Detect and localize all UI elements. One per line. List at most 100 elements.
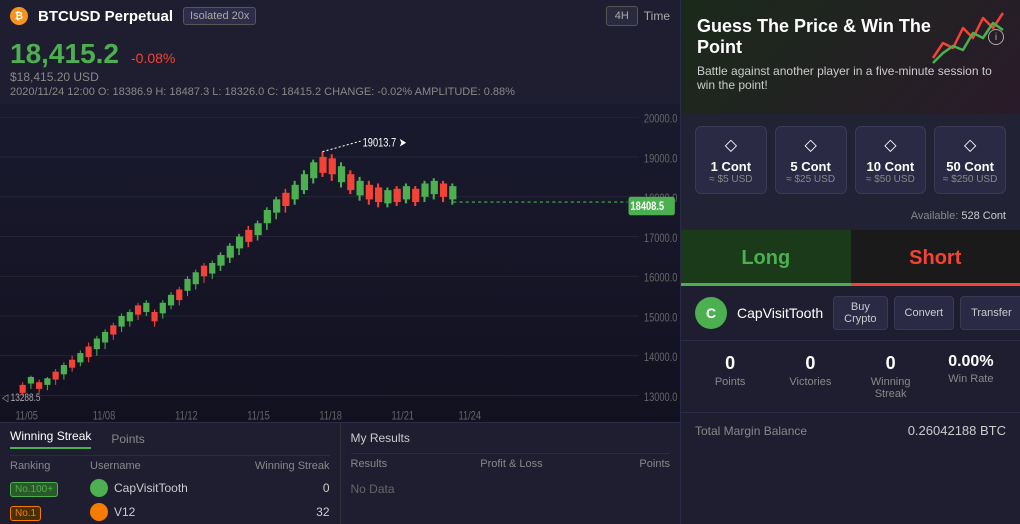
margin-row: Total Margin Balance 0.26042188 BTC [681, 413, 1020, 448]
svg-text:14000.0: 14000.0 [644, 351, 678, 364]
col-streak-header: Winning Streak [240, 460, 330, 472]
stat-points-value: 0 [695, 353, 765, 374]
long-short-row: Long Short [681, 230, 1020, 286]
table-row: No.1 V12 32 [10, 500, 330, 524]
table-header: Ranking Username Winning Streak [10, 456, 330, 476]
action-buttons: Buy Crypto Convert Transfer [833, 296, 1020, 330]
col-pl-header: Profit & Loss [480, 458, 610, 470]
short-button[interactable]: Short [851, 230, 1020, 286]
price-usd: $18,415.20 USD [10, 70, 670, 84]
available-label: Available: [911, 210, 959, 222]
btc-icon: ₿ [10, 7, 28, 25]
svg-text:11/08: 11/08 [93, 409, 116, 422]
stat-win-rate: 0.00% Win Rate [936, 353, 1006, 400]
bet-amount-1: 1 Cont [702, 159, 760, 174]
timeframe-button[interactable]: 4H [606, 6, 638, 26]
stat-victories: 0 Victories [775, 353, 845, 400]
svg-text:17000.0: 17000.0 [644, 232, 678, 245]
svg-text:15000.0: 15000.0 [644, 311, 678, 324]
username-2: V12 [114, 505, 135, 519]
svg-text:11/05: 11/05 [15, 409, 38, 422]
bet-card-3[interactable]: ◇ 10 Cont ≈ $50 USD [855, 126, 927, 194]
rank-badge-1: No.100+ [10, 482, 58, 497]
streak-val-1: 0 [323, 481, 330, 495]
bet-usd-2: ≈ $25 USD [782, 174, 840, 185]
col-username-header: Username [90, 460, 240, 472]
col-results-header: Results [351, 458, 481, 470]
svg-text:13000.0: 13000.0 [644, 391, 678, 404]
bet-card-1[interactable]: ◇ 1 Cont ≈ $5 USD [695, 126, 767, 194]
bet-card-4[interactable]: ◇ 50 Cont ≈ $250 USD [934, 126, 1006, 194]
margin-value: 0.26042188 BTC [908, 423, 1006, 438]
price-value: 18,415.2 [10, 38, 119, 70]
tabs-header: Winning Streak Points [10, 423, 330, 456]
stat-points-label: Points [695, 376, 765, 388]
user-info-row: C CapVisitTooth Buy Crypto Convert Trans… [681, 286, 1020, 341]
bet-amount-2: 5 Cont [782, 159, 840, 174]
left-panel: ₿ BTCUSD Perpetual Isolated 20x 4H Time … [0, 0, 680, 524]
available-row: Available: 528 Cont [681, 206, 1020, 230]
username-1: CapVisitTooth [114, 481, 188, 495]
right-panel: Guess The Price & Win The Point i Battle… [680, 0, 1020, 524]
user-avatar-large: C [695, 297, 727, 329]
no-data: No Data [351, 474, 671, 504]
stat-streak-value: 0 [856, 353, 926, 374]
convert-button[interactable]: Convert [894, 296, 955, 330]
game-subtitle: Battle against another player in a five-… [697, 64, 1004, 92]
pair-title: BTCUSD Perpetual [38, 8, 173, 25]
chart-header: ₿ BTCUSD Perpetual Isolated 20x 4H Time [0, 0, 680, 32]
svg-text:19013.7 ➤: 19013.7 ➤ [363, 136, 407, 149]
stat-winrate-label: Win Rate [936, 373, 1006, 385]
svg-text:11/24: 11/24 [458, 409, 481, 422]
bet-icon-3: ◇ [862, 135, 920, 155]
svg-text:◁ 13288.5: ◁ 13288.5 [2, 392, 40, 404]
bet-amount-3: 10 Cont [862, 159, 920, 174]
bet-usd-3: ≈ $50 USD [862, 174, 920, 185]
stat-winrate-value: 0.00% [936, 353, 1006, 371]
price-meta: 2020/11/24 12:00 O: 18386.9 H: 18487.3 L… [10, 86, 670, 98]
isolated-badge: Isolated 20x [183, 7, 256, 25]
price-change: -0.08% [131, 50, 175, 66]
stat-victories-value: 0 [775, 353, 845, 374]
price-chart: 20000.0 19000.0 18000.0 17000.0 16000.0 … [0, 104, 680, 422]
user-avatar-1 [90, 479, 108, 497]
margin-label: Total Margin Balance [695, 424, 807, 438]
long-button[interactable]: Long [681, 230, 851, 286]
results-header: Results Profit & Loss Points [351, 454, 671, 474]
available-value: 528 Cont [961, 210, 1006, 222]
bet-icon-1: ◇ [702, 135, 760, 155]
stat-victories-label: Victories [775, 376, 845, 388]
transfer-button[interactable]: Transfer [960, 296, 1020, 330]
svg-text:11/18: 11/18 [319, 409, 342, 422]
tab-points[interactable]: Points [111, 432, 144, 446]
stat-winning-streak: 0 Winning Streak [856, 353, 926, 400]
svg-text:11/15: 11/15 [247, 409, 270, 422]
username-large: CapVisitTooth [737, 305, 823, 321]
my-results-label: My Results [351, 431, 410, 445]
streak-val-2: 32 [316, 505, 329, 519]
price-main: 18,415.2 -0.08% [10, 38, 670, 70]
bottom-tabs: Winning Streak Points Ranking Username W… [0, 422, 680, 524]
col-points-header: Points [610, 458, 670, 470]
rank-badge-2: No.1 [10, 506, 41, 521]
stat-streak-label: Winning Streak [856, 376, 926, 400]
stats-row: 0 Points 0 Victories 0 Winning Streak 0.… [681, 341, 1020, 413]
bet-amount-4: 50 Cont [941, 159, 999, 174]
svg-text:20000.0: 20000.0 [644, 113, 678, 126]
svg-text:16000.0: 16000.0 [644, 272, 678, 285]
buy-crypto-button[interactable]: Buy Crypto [833, 296, 887, 330]
stat-points: 0 Points [695, 353, 765, 400]
bet-options: ◇ 1 Cont ≈ $5 USD ◇ 5 Cont ≈ $25 USD ◇ 1… [681, 114, 1020, 206]
chart-area: 20000.0 19000.0 18000.0 17000.0 16000.0 … [0, 104, 680, 422]
col-ranking-header: Ranking [10, 460, 90, 472]
user-avatar-2 [90, 503, 108, 521]
table-row: No.100+ CapVisitTooth 0 [10, 476, 330, 500]
tab-winning-streak[interactable]: Winning Streak [10, 429, 91, 449]
time-label: Time [644, 9, 670, 23]
deco-chart-icon [928, 8, 1008, 68]
svg-text:11/21: 11/21 [392, 409, 415, 422]
time-selector: 4H Time [606, 6, 670, 26]
svg-text:19000.0: 19000.0 [644, 152, 678, 165]
svg-text:11/12: 11/12 [175, 409, 198, 422]
bet-card-2[interactable]: ◇ 5 Cont ≈ $25 USD [775, 126, 847, 194]
